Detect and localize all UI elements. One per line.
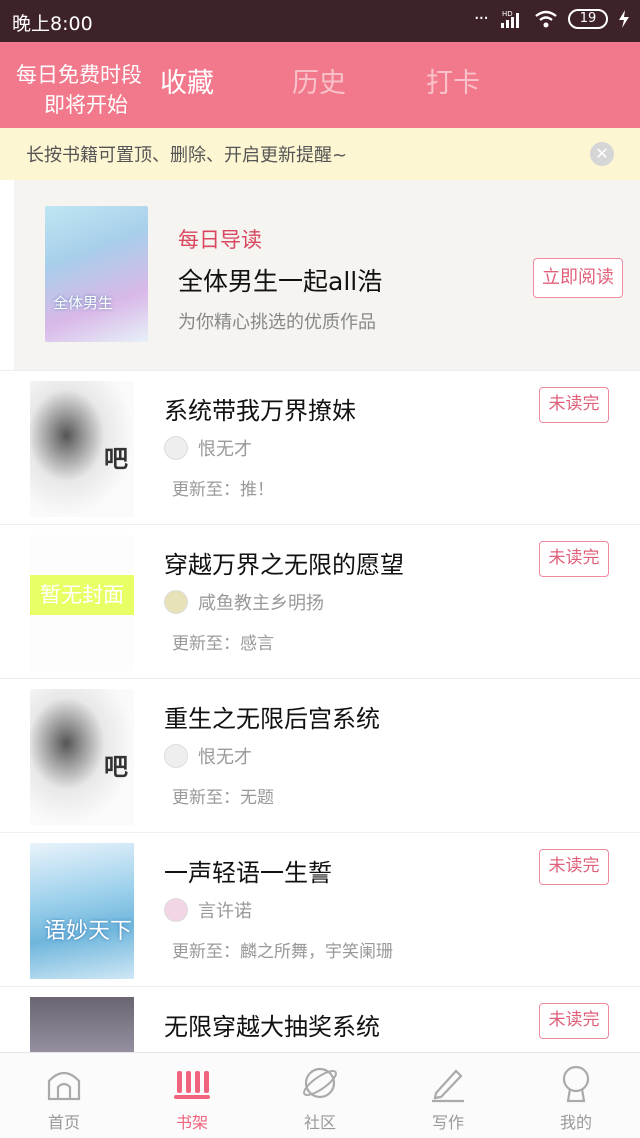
status-time: 晚上8:00 [12, 13, 93, 35]
book-item[interactable]: 暂无封面 穿越万界之无限的愿望 咸鱼教主乡明扬 更新至：感言 未读完 [0, 524, 640, 678]
nav-home[interactable]: 首页 [0, 1053, 128, 1138]
author-avatar [164, 744, 188, 768]
profile-icon [562, 1065, 590, 1103]
book-item[interactable]: 语妙天下 一声轻语一生誓 言许诺 更新至：麟之所舞，宇笑阑珊 未读完 [0, 832, 640, 986]
author-name: 言许诺 [198, 901, 252, 922]
daily-label: 每日导读 [178, 228, 262, 252]
nav-write[interactable]: 写作 [384, 1053, 512, 1138]
close-icon[interactable]: ✕ [590, 142, 614, 166]
book-item[interactable]: 吧 重生之无限后宫系统 恨无才 更新至：无题 [0, 678, 640, 832]
book-cover[interactable]: 语妙天下 [30, 843, 134, 979]
nav-label: 首页 [47, 1113, 80, 1132]
header-bar: 每日免费时段 即将开始 收藏 历史 打卡 [0, 42, 640, 128]
tip-text: 长按书籍可置顶、删除、开启更新提醒~ [26, 145, 348, 166]
book-author: 咸鱼教主乡明扬 [164, 589, 324, 615]
book-update: 更新至：无题 [172, 788, 274, 808]
nav-label: 社区 [303, 1113, 336, 1132]
planet-icon [303, 1067, 337, 1099]
more-dots-icon: ··· [473, 8, 489, 29]
tab-favorites[interactable]: 收藏 [160, 66, 214, 102]
book-author: 言许诺 [164, 897, 252, 923]
network-type-label: HD [502, 10, 513, 18]
nav-community[interactable]: 社区 [256, 1053, 384, 1138]
daily-cover-title: 全体男生 [53, 294, 114, 312]
home-icon [47, 1071, 81, 1101]
daily-book-title[interactable]: 全体男生一起all浩 [178, 262, 382, 298]
book-title[interactable]: 一声轻语一生誓 [164, 853, 332, 888]
charging-icon [619, 10, 629, 28]
no-cover-label: 暂无封面 [30, 575, 134, 615]
daily-reading-card[interactable]: 全体男生 每日导读 全体男生一起all浩 为你精心挑选的优质作品 立即阅读 [14, 180, 640, 370]
author-name: 恨无才 [198, 439, 252, 460]
cover-mark: 吧 [104, 445, 128, 473]
cell-signal-icon: HD [501, 10, 519, 28]
book-update: 更新至：麟之所舞，宇笑阑珊 [172, 942, 393, 962]
unread-badge[interactable]: 未读完 [539, 849, 609, 885]
unread-badge[interactable]: 未读完 [539, 541, 609, 577]
nav-bookshelf[interactable]: 书架 [128, 1053, 256, 1138]
cover-mark: 吧 [104, 753, 128, 781]
read-now-button[interactable]: 立即阅读 [533, 258, 623, 298]
daily-book-cover[interactable]: 全体男生 [45, 206, 148, 342]
book-cover[interactable] [30, 997, 134, 1052]
nav-label: 我的 [559, 1113, 592, 1132]
book-cover[interactable]: 吧 [30, 381, 134, 517]
book-cover[interactable]: 吧 [30, 689, 134, 825]
tab-checkin[interactable]: 打卡 [426, 66, 480, 102]
book-title[interactable]: 重生之无限后宫系统 [164, 699, 380, 734]
daily-description: 为你精心挑选的优质作品 [178, 312, 376, 333]
bottom-nav: 首页 书架 社区 写作 我的 [0, 1052, 640, 1138]
author-avatar [164, 590, 188, 614]
promo-line-1: 每日免费时段 [16, 63, 142, 87]
wifi-icon [535, 10, 557, 28]
book-update: 更新至：推！ [172, 480, 274, 500]
nav-label: 写作 [431, 1113, 464, 1132]
book-title[interactable]: 系统带我万界撩妹 [164, 391, 356, 426]
status-bar: 晚上8:00 ··· HD 19 [0, 0, 640, 42]
book-author: 恨无才 [164, 435, 252, 461]
author-avatar [164, 436, 188, 460]
author-name: 恨无才 [198, 747, 252, 768]
unread-badge[interactable]: 未读完 [539, 387, 609, 423]
pen-icon [432, 1069, 464, 1103]
author-avatar [164, 898, 188, 922]
book-title[interactable]: 穿越万界之无限的愿望 [164, 545, 404, 580]
promo-line-2: 即将开始 [44, 93, 128, 117]
tab-history[interactable]: 历史 [292, 66, 346, 102]
book-title[interactable]: 无限穿越大抽奖系统 [164, 1007, 380, 1042]
tip-banner: 长按书籍可置顶、删除、开启更新提醒~ ✕ [0, 128, 640, 180]
book-item[interactable]: 无限穿越大抽奖系统 未读完 [0, 986, 640, 1052]
battery-icon: 19 [568, 9, 608, 29]
free-period-promo[interactable]: 每日免费时段 即将开始 [16, 60, 162, 120]
nav-label: 书架 [175, 1113, 208, 1132]
book-cover[interactable]: 暂无封面 [30, 535, 134, 671]
status-icons: ··· HD 19 [474, 9, 630, 29]
unread-badge[interactable]: 未读完 [539, 1003, 609, 1039]
author-name: 咸鱼教主乡明扬 [198, 593, 324, 614]
book-item[interactable]: 吧 系统带我万界撩妹 恨无才 更新至：推！ 未读完 [0, 370, 640, 524]
nav-profile[interactable]: 我的 [512, 1053, 640, 1138]
book-author: 恨无才 [164, 743, 252, 769]
cover-title: 语妙天下 [44, 919, 133, 944]
bookshelf-icon [174, 1071, 210, 1099]
book-update: 更新至：感言 [172, 634, 274, 654]
